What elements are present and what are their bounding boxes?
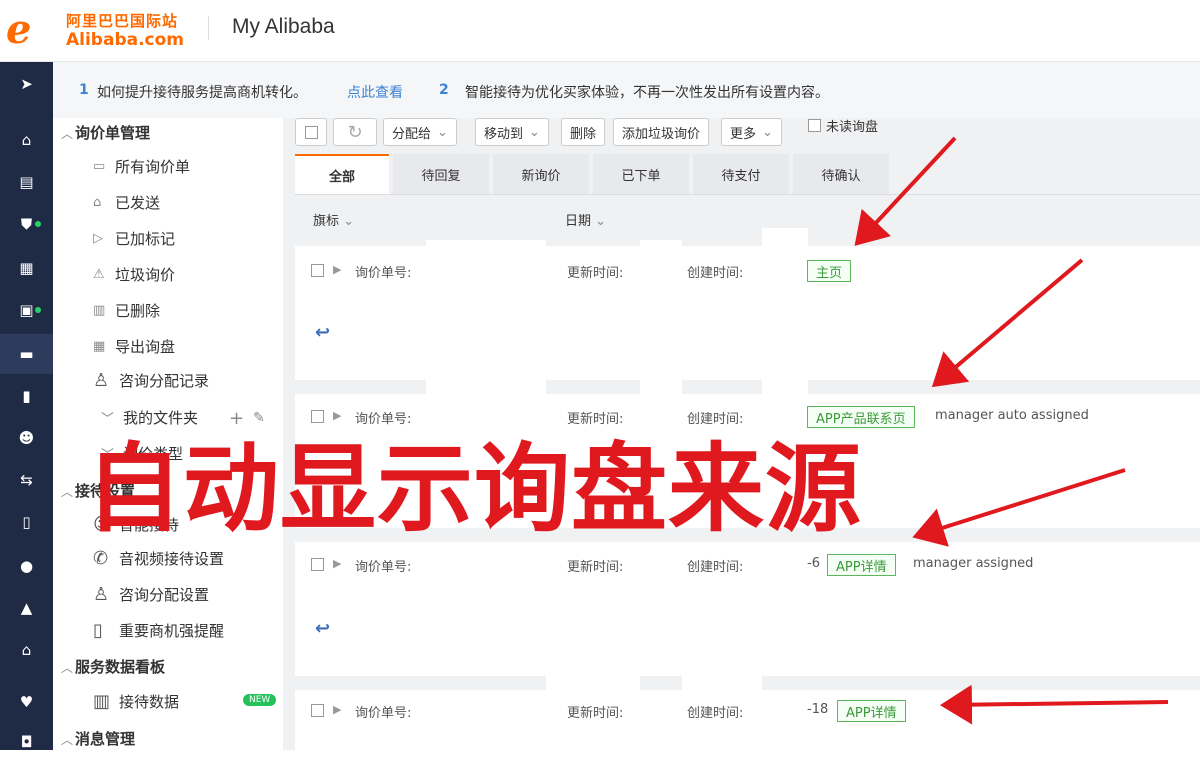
arrow-2 <box>931 258 1084 388</box>
arrow-1 <box>854 136 957 246</box>
arrow-4 <box>940 684 1169 725</box>
arrow-3 <box>912 468 1126 547</box>
annotation-arrows <box>854 136 1169 725</box>
